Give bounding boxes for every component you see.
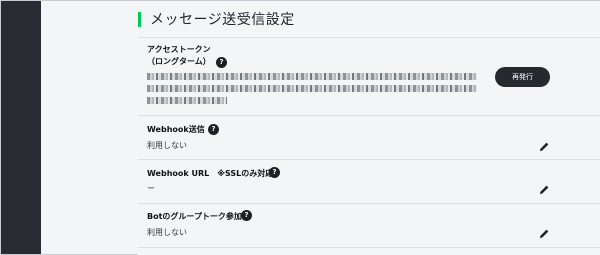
bot-group-label: Botのグループトーク参加 [147,212,242,221]
help-icon[interactable]: ? [241,210,252,221]
heading-accent-bar [138,11,141,27]
page-heading: メッセージ送受信設定 [138,9,295,29]
help-icon[interactable]: ? [269,167,280,178]
access-token-label: アクセストークン （ロングターム） [147,45,211,66]
bot-group-value: 利用しない [147,228,187,237]
help-icon[interactable]: ? [216,57,227,68]
divider [138,203,600,204]
webhook-url-label: Webhook URL ※SSLのみ対応 [147,169,274,178]
divider [138,247,600,248]
token-line [147,73,477,80]
token-line [147,85,477,92]
settings-panel: メッセージ送受信設定 アクセストークン （ロングターム） ? 再発行 Webho… [138,1,600,255]
token-line [147,97,227,104]
reissue-button[interactable]: 再発行 [495,67,550,87]
divider [138,37,600,38]
access-token-value-masked [147,73,477,109]
page-title: メッセージ送受信設定 [150,12,295,28]
edit-pencil-icon[interactable] [538,183,550,195]
sidebar [1,1,41,254]
webhook-send-value: 利用しない [147,141,187,150]
webhook-url-value: ー [147,184,155,193]
webhook-send-label: Webhook送信 [147,125,205,134]
edit-pencil-icon[interactable] [538,140,550,152]
divider [138,159,600,160]
divider [138,115,600,116]
main-content: メッセージ送受信設定 アクセストークン （ロングターム） ? 再発行 Webho… [41,1,600,255]
edit-pencil-icon[interactable] [538,227,550,239]
help-icon[interactable]: ? [208,124,219,135]
